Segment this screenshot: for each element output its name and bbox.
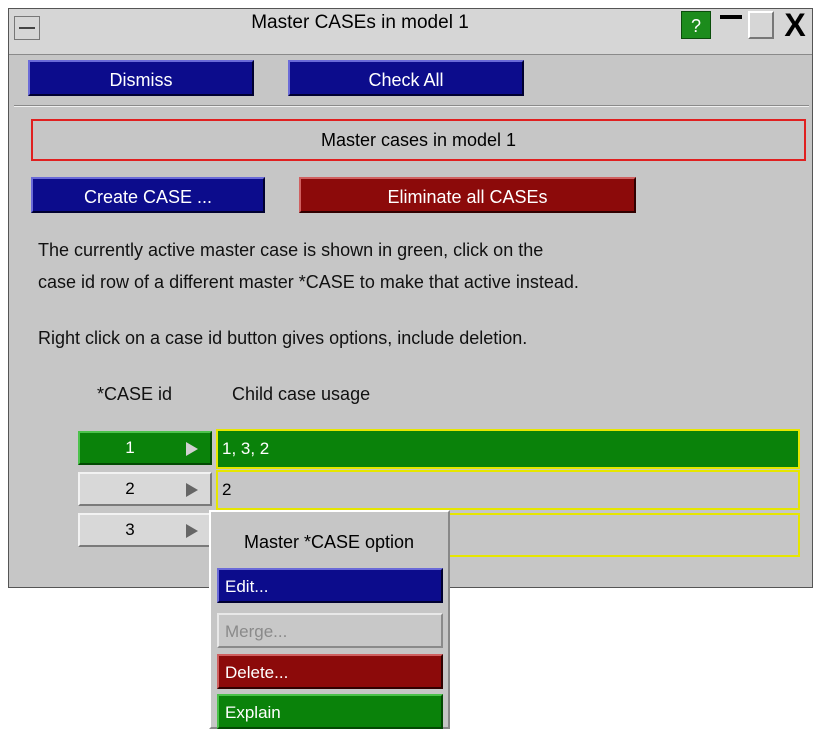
case-usage-cell[interactable]: 1, 3, 2	[216, 429, 800, 469]
case-id-column-header: *CASE id	[97, 384, 173, 404]
menu-item-explain[interactable]: Explain	[217, 694, 443, 729]
child-usage-column-header: Child case usage	[232, 384, 371, 404]
case-row-button[interactable]: 3	[78, 513, 212, 547]
play-arrow-icon	[186, 524, 198, 538]
maximize-button[interactable]	[748, 11, 774, 39]
eliminate-all-cases-button[interactable]: Eliminate all CASEs	[299, 177, 636, 213]
description-line-3: Right click on a case id button gives op…	[38, 328, 528, 348]
check-all-button[interactable]: Check All	[288, 60, 524, 96]
case-usage-cell[interactable]: 2	[216, 470, 800, 510]
case-id-label: 3	[125, 520, 135, 539]
menu-item-edit[interactable]: Edit...	[217, 568, 443, 603]
description-line-1: The currently active master case is show…	[38, 240, 544, 260]
menu-item-delete[interactable]: Delete...	[217, 654, 443, 689]
case-row-button[interactable]: 1	[78, 431, 212, 465]
close-button[interactable]: X	[778, 8, 812, 42]
header-info-box: Master cases in model 1	[31, 119, 806, 161]
window-title: Master CASEs in model 1	[251, 12, 469, 33]
case-id-label: 1	[125, 438, 135, 457]
context-menu-title: Master *CASE option	[243, 532, 415, 552]
help-button[interactable]: ?	[681, 11, 711, 39]
minimize-button[interactable]	[718, 11, 744, 39]
create-case-button[interactable]: Create CASE ...	[31, 177, 265, 213]
case-id-label: 2	[125, 479, 135, 498]
description-line-2: case id row of a different master *CASE …	[38, 272, 579, 292]
menu-item-merge: Merge...	[217, 613, 443, 648]
case-row-button[interactable]: 2	[78, 472, 212, 506]
dismiss-button[interactable]: Dismiss	[28, 60, 254, 96]
play-arrow-icon	[186, 483, 198, 497]
divider	[14, 105, 809, 107]
window-menu-button[interactable]	[14, 16, 40, 40]
play-arrow-icon	[186, 442, 198, 456]
